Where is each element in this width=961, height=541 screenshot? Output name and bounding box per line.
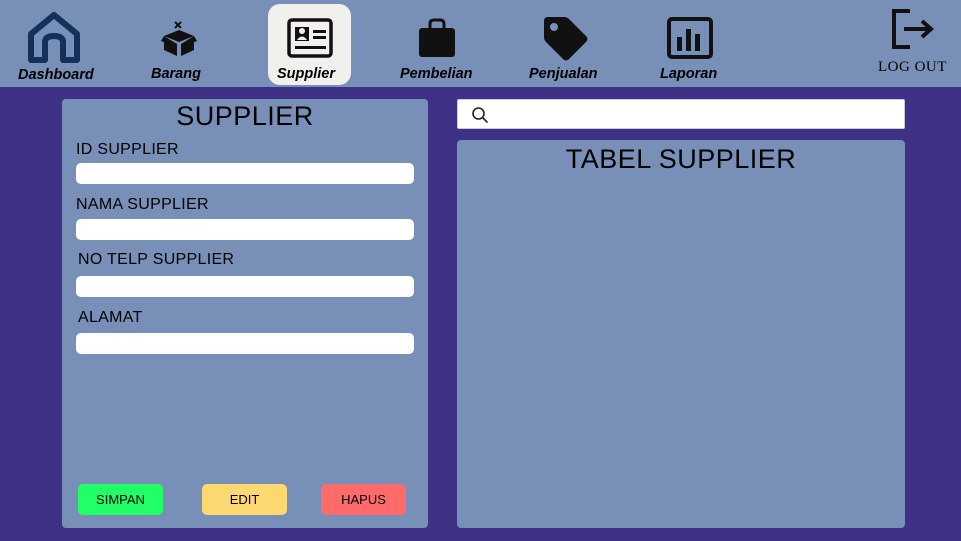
- nav-item-dashboard[interactable]: Dashboard: [14, 0, 104, 87]
- nav-item-laporan[interactable]: Laporan: [656, 0, 726, 87]
- edit-button[interactable]: EDIT: [202, 484, 287, 515]
- nav-label-dashboard: Dashboard: [18, 67, 94, 83]
- logout-label: LOG OUT: [878, 59, 947, 75]
- field-label-id-supplier: ID SUPPLIER: [76, 141, 179, 158]
- nav-item-penjualan[interactable]: Penjualan: [527, 0, 605, 87]
- nama-supplier-input[interactable]: [76, 219, 414, 240]
- nav-label-laporan: Laporan: [660, 66, 718, 82]
- nav-label-barang: Barang: [151, 66, 201, 82]
- nav-label-penjualan: Penjualan: [529, 66, 598, 82]
- id-supplier-input[interactable]: [76, 163, 414, 184]
- nav-item-barang[interactable]: Barang: [146, 0, 212, 87]
- simpan-button[interactable]: SIMPAN: [78, 484, 163, 515]
- top-navigation-bar: Dashboard Barang Supplier Pembelian Penj…: [0, 0, 961, 87]
- box-icon: [161, 20, 197, 63]
- search-box[interactable]: [457, 99, 905, 129]
- shopping-bag-icon: [418, 18, 456, 63]
- contact-card-icon: [287, 18, 333, 63]
- field-label-no-telp-supplier: NO TELP SUPPLIER: [78, 251, 235, 268]
- table-title: TABEL SUPPLIER: [565, 144, 797, 174]
- alamat-input[interactable]: [76, 333, 414, 354]
- nav-item-pembelian[interactable]: Pembelian: [398, 0, 480, 87]
- hapus-button[interactable]: HAPUS: [321, 484, 406, 515]
- supplier-table-panel: TABEL SUPPLIER: [457, 140, 905, 528]
- supplier-form-panel: SUPPLIER ID SUPPLIER NAMA SUPPLIER NO TE…: [62, 99, 428, 528]
- logout-button[interactable]: LOG OUT: [870, 0, 958, 87]
- nav-label-supplier: Supplier: [277, 66, 336, 82]
- field-label-alamat: ALAMAT: [78, 309, 143, 326]
- nav-label-pembelian: Pembelian: [400, 66, 473, 82]
- bar-chart-icon: [667, 17, 713, 64]
- home-icon: [25, 10, 83, 69]
- logout-icon: [890, 7, 936, 56]
- search-input[interactable]: [498, 103, 898, 125]
- price-tag-icon: [542, 15, 590, 68]
- search-icon: [471, 106, 489, 129]
- nav-item-supplier[interactable]: Supplier: [268, 0, 351, 87]
- form-title: SUPPLIER: [176, 101, 314, 131]
- field-label-nama-supplier: NAMA SUPPLIER: [76, 196, 209, 213]
- no-telp-supplier-input[interactable]: [76, 276, 414, 297]
